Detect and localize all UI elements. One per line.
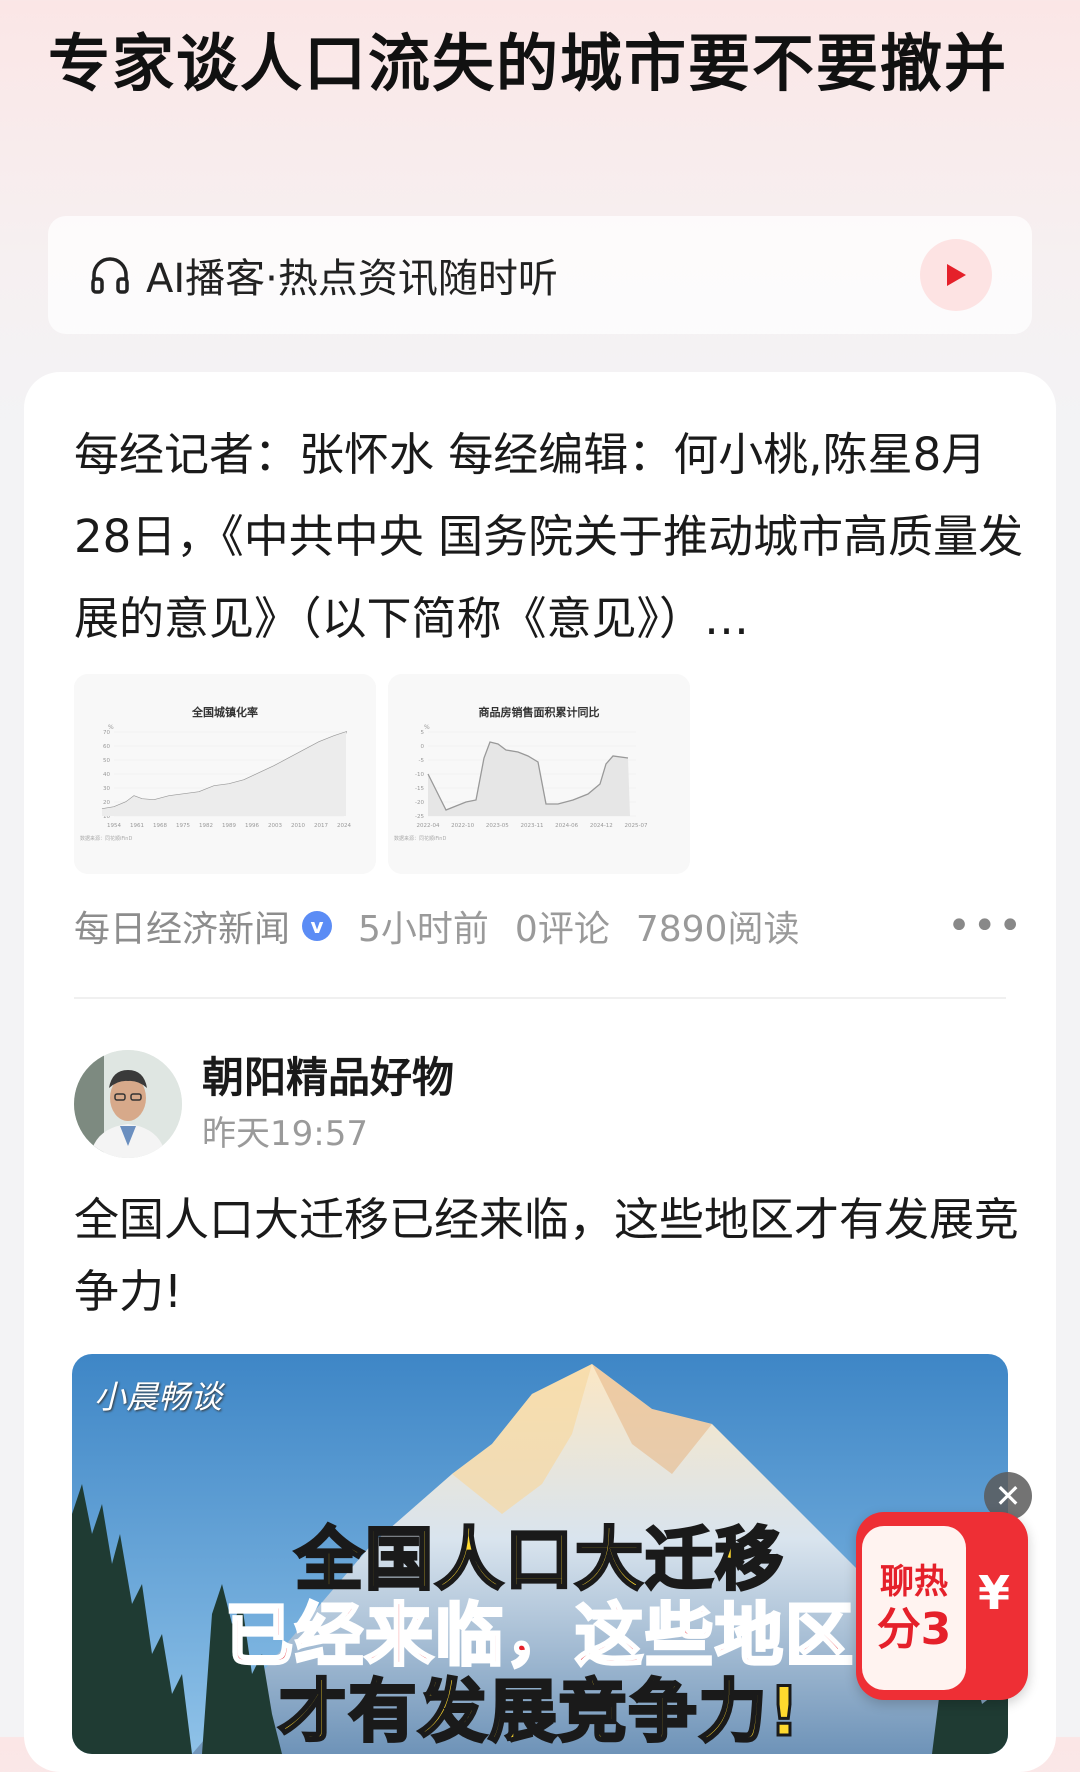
article-time: 5小时前	[358, 909, 489, 950]
y-tick-label: -5	[419, 758, 425, 764]
thumbnail-housing-sales-chart[interactable]: 商品房销售面积累计同比 % 5 0 -5 -10 -15 -20 -25 2022-04 20…	[388, 674, 690, 874]
article-meta: 每日经济新闻 v 5小时前 0评论 7890阅读 •••	[74, 898, 1024, 954]
reward-label-2: 分3	[876, 1604, 952, 1655]
play-button[interactable]	[920, 239, 992, 311]
x-tick-label: 2024	[337, 823, 351, 829]
y-tick-label: 5	[421, 730, 425, 736]
page-title: 专家谈人口流失的城市要不要撤并	[48, 27, 1009, 100]
play-icon	[947, 264, 966, 286]
thumb-source: 数据来源：同花顺iFinD	[394, 835, 446, 842]
read-count: 7890阅读	[635, 909, 800, 950]
y-tick-label: -10	[415, 772, 424, 778]
y-tick-label: 60	[103, 744, 110, 750]
housing-sales-chart-image: 商品房销售面积累计同比 % 5 0 -5 -10 -15 -20 -25 2022-04 20…	[388, 674, 690, 874]
post-text[interactable]: 全国人口大迁移已经来临，这些地区才有发展竞争力!	[74, 1184, 1024, 1328]
reward-label-1: 聊热	[880, 1562, 948, 1602]
y-tick-label: 50	[103, 758, 110, 764]
x-tick-label: 2022-10	[451, 823, 474, 829]
thumb-unit: %	[424, 724, 430, 731]
x-tick-label: 2024-06	[555, 823, 578, 829]
x-tick-label: 2003	[268, 823, 282, 829]
ai-podcast-bar[interactable]: AI播客·热点资讯随时听	[48, 216, 1032, 334]
thumbnail-urbanization-chart[interactable]: 全国城镇化率 % 70 60 50 40 30 20 10 1954 1961 1968 1975…	[74, 674, 376, 874]
y-tick-label: -25	[415, 814, 424, 820]
urbanization-chart-image: 全国城镇化率 % 70605040302010 1954 1961 1968 1975…	[74, 674, 376, 874]
y-tick-label: 40	[103, 772, 110, 778]
article-source[interactable]: 每日经济新闻	[74, 900, 290, 952]
y-tick-label: -15	[415, 786, 424, 792]
comment-count[interactable]: 0评论	[515, 900, 610, 952]
x-tick-label: 1996	[245, 823, 259, 829]
y-tick-label: -20	[415, 800, 424, 806]
x-tick-label: 2010	[291, 823, 305, 829]
article-summary[interactable]: 每经记者：张怀水 每经编辑：何小桃,陈星8月28日，《中共中央 国务院关于推动城…	[74, 414, 1034, 660]
y-tick-label: 70	[103, 730, 110, 736]
x-tick-label: 2017	[314, 823, 328, 829]
x-tick-label: 1961	[130, 823, 144, 829]
x-tick-label: 2025-07	[625, 823, 648, 829]
thumb-source: 数据来源：同花顺iFinD	[80, 835, 132, 842]
podcast-label: AI播客·热点资讯随时听	[146, 256, 558, 302]
post-time: 昨天19:57	[202, 1114, 368, 1154]
article-thumbnails: 全国城镇化率 % 70 60 50 40 30 20 10 1954 1961 1968 1975…	[74, 674, 690, 874]
avatar[interactable]	[74, 1050, 182, 1158]
x-tick-label: 1975	[176, 823, 190, 829]
currency-icon: ¥	[977, 1566, 1010, 1620]
y-tick-label: 0	[421, 744, 425, 750]
reward-card: 聊热 分3	[862, 1526, 966, 1690]
x-tick-label: 1989	[222, 823, 236, 829]
x-tick-label: 2023-05	[486, 823, 509, 829]
video-watermark: 小晨畅谈	[94, 1378, 223, 1416]
y-tick-label: 30	[103, 786, 110, 792]
more-options-icon[interactable]: •••	[947, 903, 1024, 949]
verified-icon: v	[302, 911, 333, 941]
thumb-title: 商品房销售面积累计同比	[479, 705, 600, 719]
divider	[74, 997, 1006, 999]
reward-widget[interactable]: 聊热 分3 ¥	[856, 1512, 1028, 1700]
thumb-title: 全国城镇化率	[191, 705, 258, 719]
y-tick-label: 20	[103, 800, 110, 806]
x-tick-label: 2022-04	[417, 823, 440, 829]
headphones-icon	[91, 257, 129, 294]
post-author[interactable]: 朝阳精品好物 昨天19:57	[74, 1048, 454, 1160]
x-tick-label: 2024-12	[590, 823, 613, 829]
x-tick-label: 1954	[107, 823, 121, 829]
x-tick-label: 2023-11	[521, 823, 544, 829]
x-tick-label: 1982	[199, 823, 213, 829]
x-tick-label: 1968	[153, 823, 167, 829]
author-name[interactable]: 朝阳精品好物	[202, 1048, 454, 1108]
